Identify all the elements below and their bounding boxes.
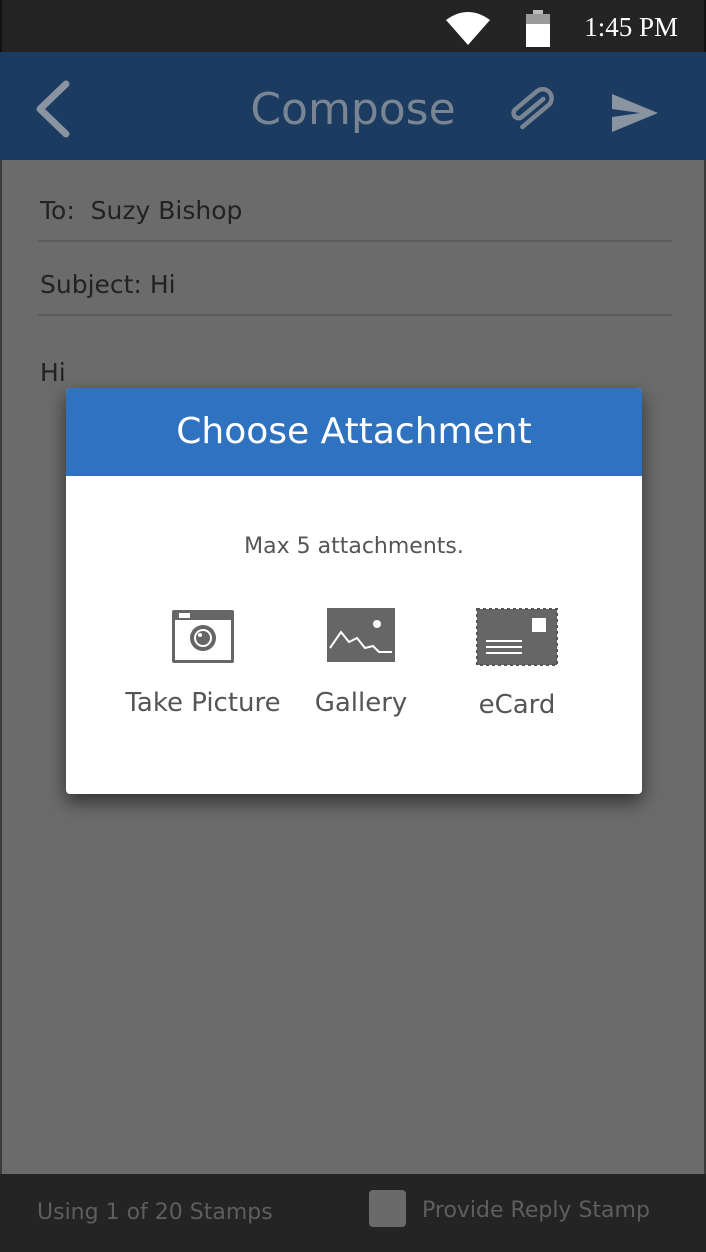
paperclip-icon[interactable] [508, 86, 564, 132]
max-attachments-note: Max 5 attachments. [244, 534, 464, 559]
subject-label: Subject: [40, 270, 142, 299]
reply-stamp-checkbox[interactable] [369, 1190, 406, 1227]
subject-value: Hi [149, 270, 176, 299]
take-picture-option[interactable]: Take Picture [113, 608, 293, 728]
status-bar: 1:45 PM [0, 0, 706, 52]
gallery-label: Gallery [314, 688, 408, 718]
stamps-usage: Using 1 of 20 Stamps [37, 1200, 273, 1225]
choose-attachment-dialog: Choose Attachment Max 5 attachments. Tak… [66, 388, 642, 794]
message-body[interactable]: Hi [40, 358, 66, 387]
image-icon [327, 608, 395, 662]
ecard-icon [476, 608, 558, 666]
dialog-title: Choose Attachment [66, 388, 642, 476]
to-label: To: [40, 196, 75, 225]
battery-icon [526, 10, 550, 47]
send-icon[interactable] [610, 92, 660, 134]
wifi-icon [446, 12, 490, 45]
camera-icon [172, 610, 234, 663]
app-header: Compose [0, 52, 706, 160]
reply-stamp-label[interactable]: Provide Reply Stamp [422, 1198, 650, 1223]
page-title: Compose [250, 84, 456, 135]
subject-field[interactable]: Subject: Hi [38, 242, 672, 316]
to-field[interactable]: To: Suzy Bishop [38, 168, 672, 242]
status-time: 1:45 PM [584, 12, 678, 42]
take-picture-label: Take Picture [125, 688, 281, 718]
ecard-label: eCard [478, 690, 556, 720]
to-value: Suzy Bishop [90, 196, 243, 225]
footer-bar: Using 1 of 20 Stamps Provide Reply Stamp [0, 1174, 706, 1252]
ecard-option[interactable]: eCard [427, 608, 607, 728]
gallery-option[interactable]: Gallery [271, 608, 451, 728]
